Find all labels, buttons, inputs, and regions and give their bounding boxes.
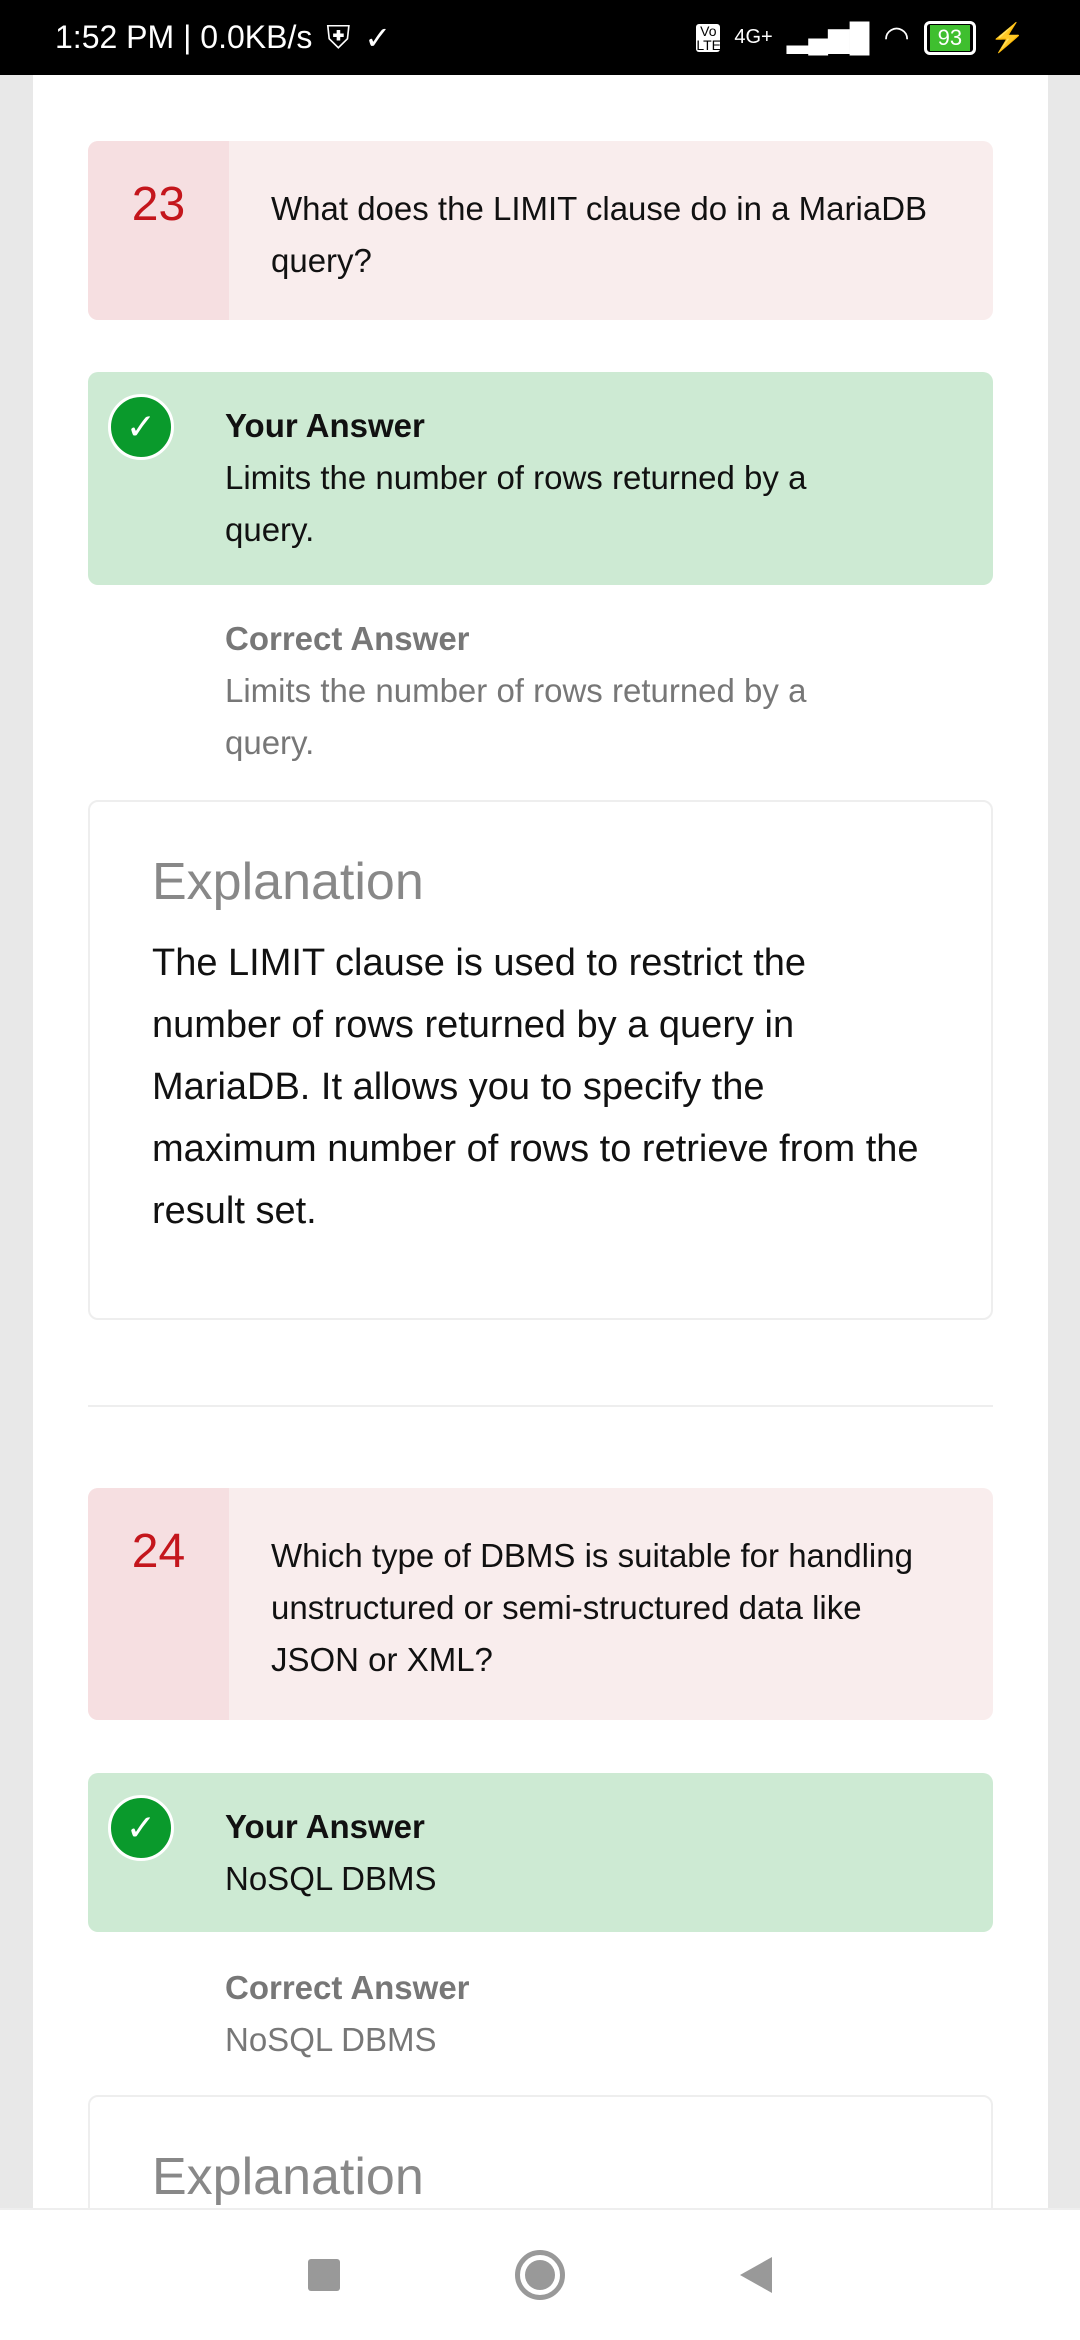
wifi-icon: ◠	[883, 21, 910, 54]
charging-icon: ⚡	[990, 22, 1025, 53]
volte-icon: Vo LTE	[696, 22, 721, 53]
your-answer-box: ✓ Your Answer Limits the number of rows …	[88, 372, 993, 585]
check-circle-icon: ✓	[364, 19, 392, 56]
recents-button[interactable]	[307, 2259, 340, 2291]
explanation-box: Explanation	[88, 2095, 993, 2208]
status-time: 1:52 PM | 0.0KB/s	[55, 19, 313, 55]
your-answer-label: Your Answer	[225, 407, 425, 444]
question-text: What does the LIMIT clause do in a Maria…	[271, 190, 928, 279]
explanation-text: The LIMIT clause is used to restrict the…	[152, 942, 919, 1232]
navigation-bar	[0, 2208, 1080, 2340]
explanation-box: Explanation The LIMIT clause is used to …	[88, 800, 993, 1320]
status-bar: 1:52 PM | 0.0KB/s ⛨ ✓ Vo LTE 4G+ ▂▄▆█ ◠ 93…	[0, 0, 1080, 75]
results-page[interactable]: 23 What does the LIMIT clause do in a Ma…	[33, 75, 1048, 2208]
your-answer-box: ✓ Your Answer NoSQL DBMS	[88, 1773, 993, 1932]
correct-answer-label: Correct Answer	[225, 620, 470, 657]
battery-icon: 93	[923, 20, 977, 55]
question-24: 24 Which type of DBMS is suitable for ha…	[88, 1488, 993, 1720]
signal-icon: ▂▄▆█	[786, 22, 870, 53]
correct-answer: Correct Answer Limits the number of rows…	[225, 613, 925, 769]
question-number: 24	[88, 1488, 229, 1720]
home-button[interactable]	[514, 2250, 565, 2300]
correct-answer-label: Correct Answer	[225, 1969, 470, 2006]
explanation-title: Explanation	[152, 2148, 424, 2206]
question-text: Which type of DBMS is suitable for handl…	[271, 1537, 913, 1678]
battery-level: 93	[929, 24, 971, 51]
question-number: 23	[88, 141, 229, 320]
explanation-title: Explanation	[152, 853, 424, 911]
network-type: 4G+	[734, 26, 773, 48]
shield-icon: ⛨	[326, 18, 351, 55]
check-icon: ✓	[108, 1795, 174, 1861]
your-answer-label: Your Answer	[225, 1808, 425, 1845]
check-icon: ✓	[108, 394, 174, 460]
correct-answer: Correct Answer NoSQL DBMS	[225, 1962, 925, 2066]
correct-answer-text: NoSQL DBMS	[225, 2021, 437, 2058]
question-23: 23 What does the LIMIT clause do in a Ma…	[88, 141, 993, 320]
correct-answer-text: Limits the number of rows returned by a …	[225, 672, 807, 761]
your-answer-text: Limits the number of rows returned by a …	[225, 459, 807, 548]
your-answer-text: NoSQL DBMS	[225, 1860, 437, 1897]
back-button[interactable]	[740, 2257, 773, 2293]
divider	[88, 1405, 993, 1407]
